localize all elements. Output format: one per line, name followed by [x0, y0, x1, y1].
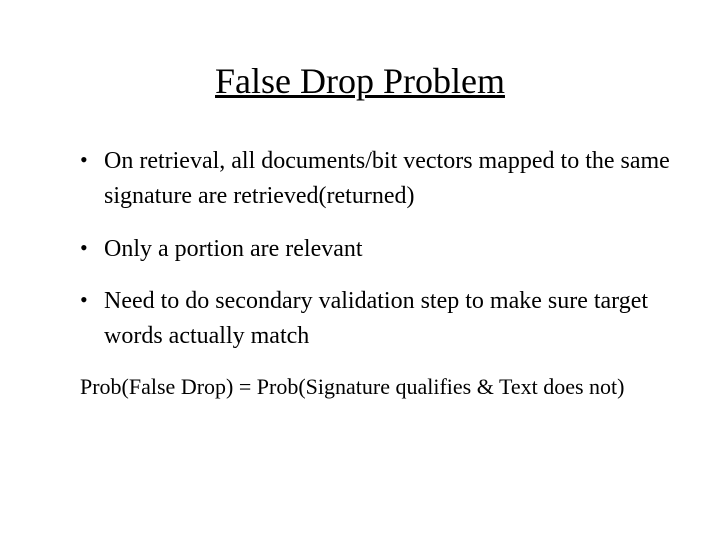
bullet-list: On retrieval, all documents/bit vectors …: [50, 144, 670, 354]
slide-container: False Drop Problem On retrieval, all doc…: [0, 0, 720, 540]
footer-equation: Prob(False Drop) = Prob(Signature qualif…: [50, 372, 670, 402]
slide-title: False Drop Problem: [50, 60, 670, 102]
list-item: Need to do secondary validation step to …: [80, 284, 670, 354]
list-item: Only a portion are relevant: [80, 232, 670, 267]
list-item: On retrieval, all documents/bit vectors …: [80, 144, 670, 214]
